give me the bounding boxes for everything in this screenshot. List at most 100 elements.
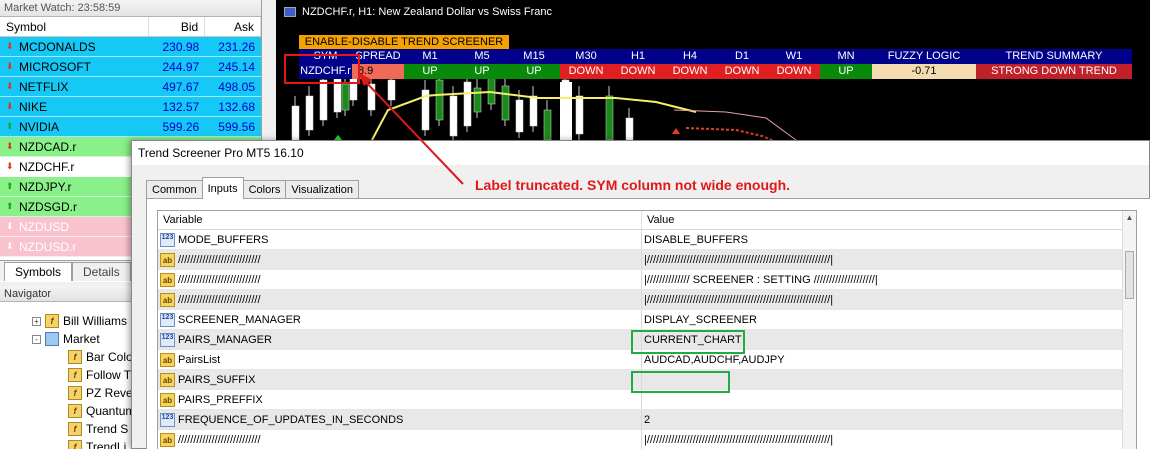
grid-row[interactable]: ab///////////////////////////|//////////…	[158, 430, 1136, 449]
folder-icon	[45, 332, 59, 346]
symbol-cell[interactable]: ⬇ NZDCAD.r	[0, 137, 149, 156]
variable-name: SCREENER_MANAGER	[178, 313, 301, 326]
navigator-item-label: Bar Colo	[86, 350, 133, 364]
variable-name: ///////////////////////////	[178, 433, 261, 446]
screener-header-cell: TREND SUMMARY	[976, 49, 1132, 64]
symbol-cell[interactable]: ⬆ NZDJPY.r	[0, 177, 149, 196]
variable-cell: ab///////////////////////////	[158, 430, 642, 449]
variable-cell: ab///////////////////////////	[158, 250, 642, 269]
market-watch-row[interactable]: ⬆ NVIDIA 599.26 599.56	[0, 117, 261, 137]
variable-cell: ab PAIRS_PREFFIX	[158, 390, 642, 409]
symbol-cell[interactable]: ⬆ NVIDIA	[0, 117, 149, 136]
screener-fuzzy-cell: -0.71	[872, 64, 976, 79]
screener-trend-cell: DOWN	[716, 64, 768, 79]
navigator-item[interactable]: f Quantum	[68, 402, 135, 420]
indicator-icon: f	[68, 422, 82, 436]
value-cell[interactable]: |///////////////////////////////////////…	[642, 290, 1124, 309]
tab-symbols[interactable]: Symbols	[4, 262, 73, 281]
screener-trend-cell: DOWN	[768, 64, 820, 79]
grid-row[interactable]: ab///////////////////////////|//////////…	[158, 250, 1136, 270]
enable-disable-screener-button[interactable]: ENABLE-DISABLE TREND SCREENER	[299, 35, 509, 49]
candle-body	[449, 95, 458, 137]
tab-details[interactable]: Details	[72, 262, 131, 281]
navigator-item[interactable]: + f Bill Williams	[32, 312, 127, 330]
column-header-value[interactable]: Value	[642, 211, 1124, 229]
grid-row[interactable]: 123 SCREENER_MANAGER DISPLAY_SCREENER	[158, 310, 1136, 330]
value-cell[interactable]: |////////////// SCREENER : SETTING /////…	[642, 270, 1124, 289]
column-header-symbol[interactable]: Symbol	[0, 17, 150, 36]
navigator-item-label: PZ Reve	[86, 386, 133, 400]
symbol-cell[interactable]: ⬆ NZDSGD.r	[0, 197, 149, 216]
bid-cell: 244.97	[162, 60, 200, 74]
screener-header-cell: M15	[508, 49, 560, 64]
candle-body	[305, 95, 314, 131]
grid-row[interactable]: 123 FREQUENCE_OF_UPDATES_IN_SECONDS 2	[158, 410, 1136, 430]
indicator-icon: f	[68, 440, 82, 449]
screener-trend-cell: UP	[456, 64, 508, 79]
scrollbar-thumb[interactable]	[1125, 251, 1134, 299]
scroll-up-icon[interactable]: ▲	[1123, 211, 1136, 225]
column-header-ask[interactable]: Ask	[205, 17, 261, 36]
screener-trend-cell: DOWN	[664, 64, 716, 79]
variable-name: MODE_BUFFERS	[178, 233, 269, 246]
tab-colors[interactable]: Colors	[242, 180, 287, 199]
expand-icon[interactable]: +	[32, 316, 41, 326]
collapse-icon[interactable]: -	[32, 334, 41, 344]
ask-cell: 599.56	[218, 120, 255, 134]
arrow-down-icon: ⬇	[6, 41, 14, 51]
variable-cell: ab///////////////////////////	[158, 270, 642, 289]
arrow-down-icon: ⬇	[6, 61, 14, 71]
market-watch-row[interactable]: ⬇ MICROSOFT 244.97 245.14	[0, 57, 261, 77]
value-cell[interactable]: DISPLAY_SCREENER	[642, 310, 1124, 329]
symbol-cell[interactable]: ⬇ NZDUSD.r	[0, 237, 149, 256]
market-watch-row[interactable]: ⬇ NETFLIX 497.67 498.05	[0, 77, 261, 97]
variable-name: ///////////////////////////	[178, 273, 261, 286]
market-watch-row[interactable]: ⬇ MCDONALDS 230.98 231.26	[0, 37, 261, 57]
column-header-variable[interactable]: Variable	[158, 211, 642, 229]
navigator-item[interactable]: f Trend S	[68, 420, 128, 438]
candle-body	[319, 79, 328, 121]
value-cell[interactable]: |///////////////////////////////////////…	[642, 430, 1124, 449]
navigator-item[interactable]: f PZ Reve	[68, 384, 133, 402]
screener-trend-cell: DOWN	[612, 64, 664, 79]
navigator-item[interactable]: f Follow T	[68, 366, 131, 384]
grid-row[interactable]: ab PAIRS_PREFFIX	[158, 390, 1136, 410]
tab-visualization[interactable]: Visualization	[285, 180, 359, 199]
variable-cell: 123 PAIRS_MANAGER	[158, 330, 642, 349]
symbol-cell[interactable]: ⬇ NZDCHF.r	[0, 157, 149, 176]
grid-row[interactable]: ab///////////////////////////|//////////…	[158, 270, 1136, 290]
navigator-item[interactable]: - Market	[32, 330, 100, 348]
symbol-cell[interactable]: ⬇ MCDONALDS	[0, 37, 149, 56]
symbol-name: NZDUSD.r	[19, 239, 77, 254]
candle-body	[341, 83, 350, 111]
variable-cell: 123 FREQUENCE_OF_UPDATES_IN_SECONDS	[158, 410, 642, 429]
chart-window[interactable]: NZDCHF.r, H1: New Zealand Dollar vs Swis…	[276, 0, 1150, 140]
chart-title: NZDCHF.r, H1: New Zealand Dollar vs Swis…	[302, 6, 553, 18]
arrow-down-icon: ⬇	[6, 81, 14, 91]
value-cell[interactable]: 2	[642, 410, 1124, 429]
indicator-icon: f	[45, 314, 59, 328]
navigator-item[interactable]: f TrendLi	[68, 438, 126, 449]
symbol-cell[interactable]: ⬇ NZDUSD	[0, 217, 149, 236]
value-cell[interactable]: DISABLE_BUFFERS	[642, 230, 1124, 249]
tab-common[interactable]: Common	[146, 180, 203, 199]
navigator-item[interactable]: f Bar Colo	[68, 348, 133, 366]
screener-header-cell: H1	[612, 49, 664, 64]
column-header-bid[interactable]: Bid	[149, 17, 206, 36]
grid-row[interactable]: ab///////////////////////////|//////////…	[158, 290, 1136, 310]
market-watch-row[interactable]: ⬇ NIKE 132.57 132.68	[0, 97, 261, 117]
inputs-panel: Variable Value 123 MODE_BUFFERS DISABLE_BU…	[146, 198, 1150, 449]
candle-body	[529, 95, 538, 127]
symbol-cell[interactable]: ⬇ NIKE	[0, 97, 149, 116]
number-type-icon: 123	[160, 232, 175, 247]
grid-scrollbar[interactable]: ▲	[1122, 211, 1136, 449]
candle-body	[560, 82, 572, 140]
symbol-cell[interactable]: ⬇ NETFLIX	[0, 77, 149, 96]
symbol-name: NZDSGD.r	[19, 199, 77, 214]
ask-cell: 231.26	[218, 40, 255, 54]
grid-row[interactable]: 123 MODE_BUFFERS DISABLE_BUFFERS	[158, 230, 1136, 250]
symbol-cell[interactable]: ⬇ MICROSOFT	[0, 57, 149, 76]
tab-inputs[interactable]: Inputs	[201, 177, 244, 199]
value-cell[interactable]: |///////////////////////////////////////…	[642, 250, 1124, 269]
market-watch-header: Symbol Bid Ask	[0, 17, 261, 37]
